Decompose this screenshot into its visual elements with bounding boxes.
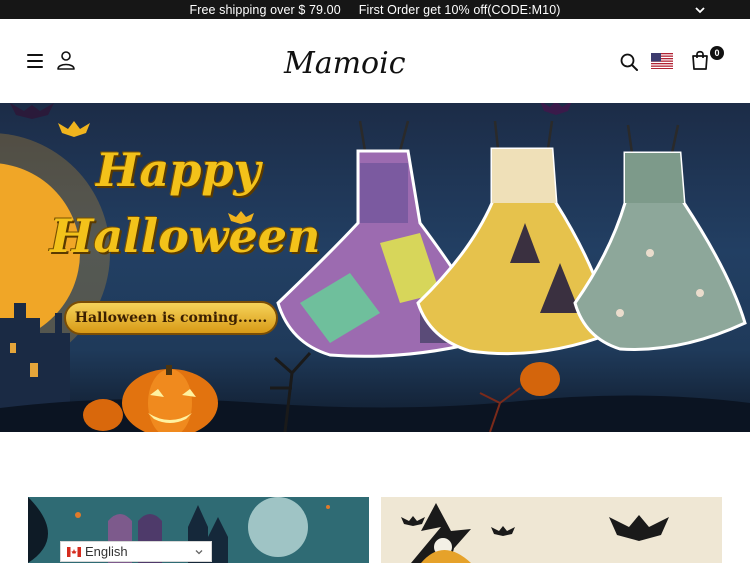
cart-count-badge: 0 (710, 46, 724, 60)
us-flag-icon[interactable] (651, 53, 673, 69)
site-header: Mamoic 0 (0, 19, 750, 103)
menu-icon[interactable] (27, 54, 43, 68)
cart-icon[interactable] (689, 49, 711, 71)
hero-title-line1: Happy (96, 143, 261, 197)
hero-title-line2: Halloween (50, 209, 321, 263)
canada-flag-icon (67, 546, 81, 557)
chevron-down-icon (195, 550, 203, 555)
offer-message: First Order get 10% off(CODE:M10) (358, 2, 561, 17)
chevron-down-icon[interactable] (694, 4, 706, 16)
site-logo[interactable]: Mamoic (270, 33, 480, 91)
hero-banner[interactable]: Happy Halloween Halloween is coming.....… (0, 103, 750, 432)
dress-green-skeleton (573, 124, 747, 351)
announcement-bar: Free shipping over $ 79.00 First Order g… (0, 0, 750, 19)
witch-skeleton-illustration (381, 497, 722, 563)
hero-tagline-pill: Halloween is coming...... (64, 301, 278, 335)
logo-text: Mamoic (283, 46, 406, 81)
language-label: English (85, 544, 128, 559)
search-icon[interactable] (619, 52, 639, 72)
shipping-message: Free shipping over $ 79.00 (189, 2, 341, 17)
category-card-right[interactable] (381, 497, 722, 563)
language-selector[interactable]: English (60, 541, 212, 562)
user-icon[interactable] (56, 50, 76, 70)
